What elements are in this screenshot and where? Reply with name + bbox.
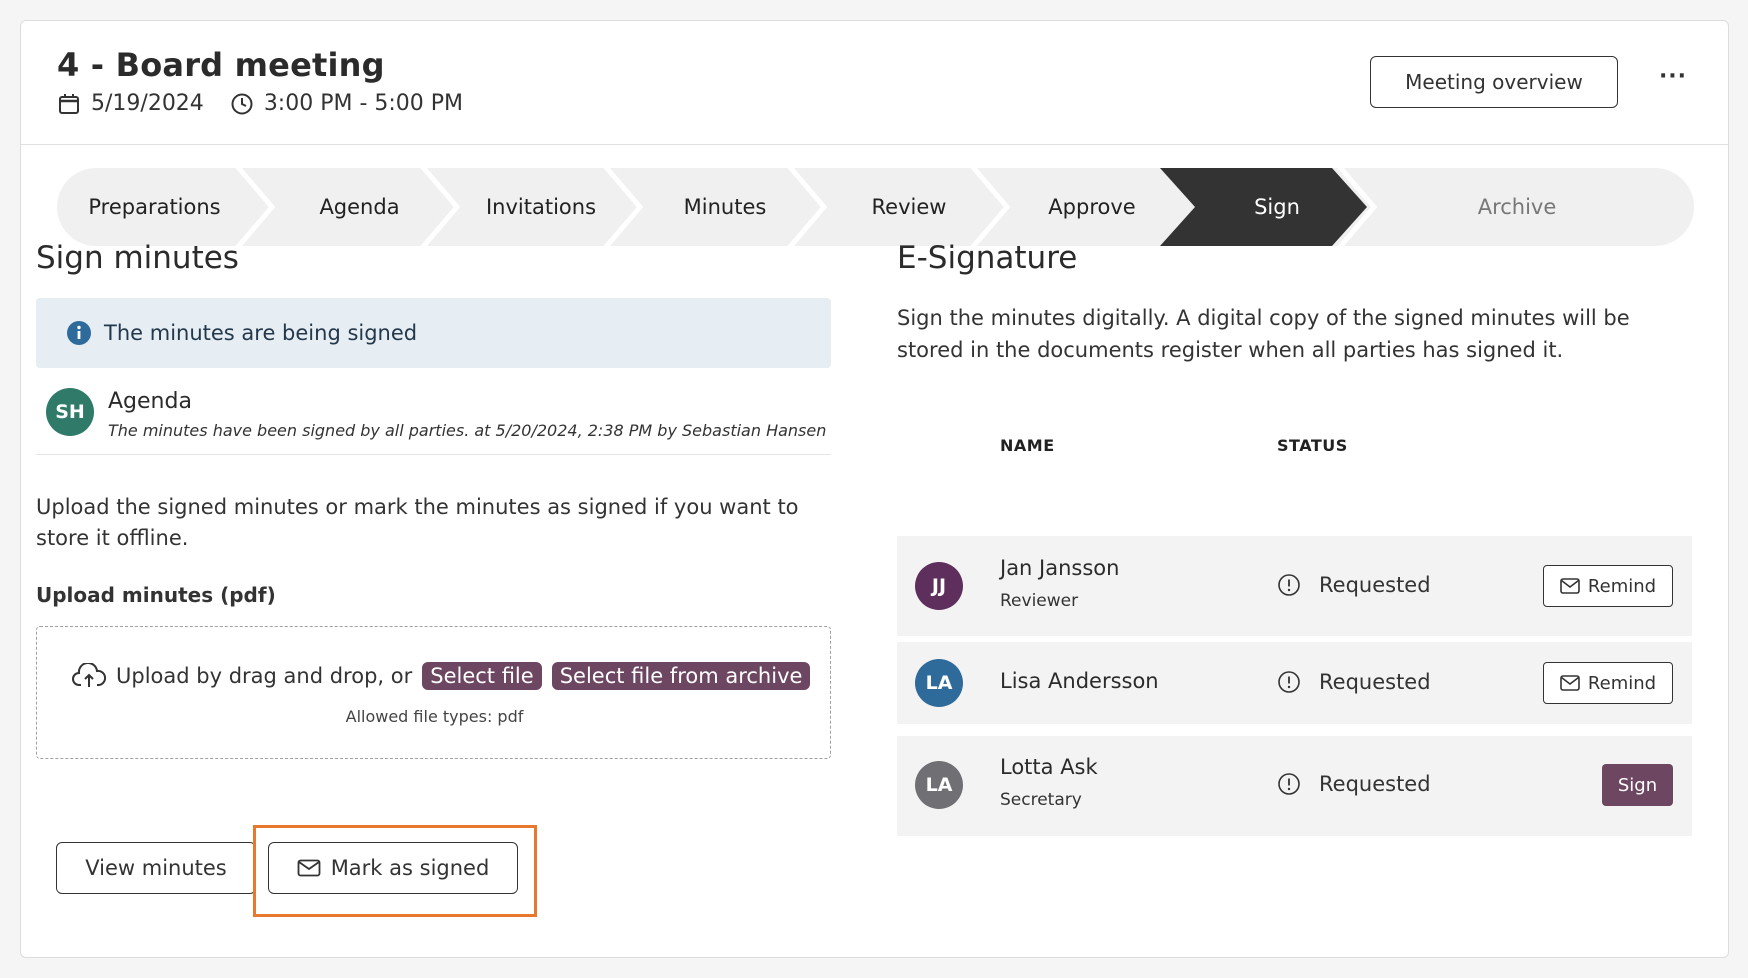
signer-status: Requested: [1277, 573, 1431, 597]
workflow-stepper: Preparations Agenda Invitations Minutes …: [57, 168, 1694, 246]
upload-dropzone[interactable]: Upload by drag and drop, or Select file …: [36, 626, 831, 759]
info-icon: [66, 320, 92, 346]
info-text: The minutes are being signed: [104, 321, 418, 345]
column-header-status: STATUS: [1277, 436, 1348, 455]
meeting-date: 5/19/2024: [91, 91, 204, 116]
calendar-icon: [57, 92, 81, 116]
signed-title: Agenda: [108, 389, 192, 414]
envelope-icon: [1560, 675, 1580, 691]
meeting-meta: 5/19/2024 3:00 PM - 5:00 PM: [57, 91, 463, 116]
select-archive-button[interactable]: Select file from archive: [551, 662, 811, 690]
upload-label: Upload minutes (pdf): [36, 583, 276, 607]
remind-button[interactable]: Remind: [1543, 662, 1673, 704]
esignature-description: Sign the minutes digitally. A digital co…: [897, 306, 1630, 362]
avatar: JJ: [915, 562, 963, 610]
signer-status-text: Requested: [1319, 573, 1431, 597]
signer-row: LA Lotta Ask Secretary Requested Sign: [897, 736, 1692, 836]
signer-name: Lisa Andersson: [1000, 669, 1159, 693]
mark-as-signed-button[interactable]: Mark as signed: [268, 842, 518, 894]
alert-circle-icon: [1277, 573, 1301, 597]
signer-row: LA Lisa Andersson Requested Remind: [897, 642, 1692, 724]
select-file-button[interactable]: Select file: [422, 662, 542, 690]
clock-icon: [230, 92, 254, 116]
remind-label: Remind: [1587, 672, 1657, 694]
alert-circle-icon: [1277, 772, 1301, 796]
avatar: LA: [915, 761, 963, 809]
step-minutes[interactable]: Minutes: [635, 168, 815, 246]
avatar: SH: [46, 388, 94, 436]
signer-status-text: Requested: [1319, 670, 1431, 694]
signer-name: Lotta Ask: [1000, 755, 1098, 779]
signer-role: Reviewer: [1000, 591, 1079, 611]
step-invitations[interactable]: Invitations: [452, 168, 630, 246]
meeting-time: 3:00 PM - 5:00 PM: [263, 91, 464, 116]
signed-subtitle: The minutes have been signed by all part…: [108, 421, 827, 440]
signer-row: JJ Jan Jansson Reviewer Requested Remind: [897, 536, 1692, 636]
dropzone-text: Upload by drag and drop, or: [116, 664, 413, 688]
signer-status-text: Requested: [1319, 772, 1431, 796]
sign-minutes-section: Sign minutes The minutes are being signe…: [36, 240, 831, 759]
envelope-icon: [1560, 578, 1580, 594]
remind-label: Remind: [1587, 575, 1657, 597]
page-title: 4 - Board meeting: [57, 46, 385, 84]
column-header-name: NAME: [1000, 436, 1055, 455]
step-review[interactable]: Review: [819, 168, 999, 246]
info-banner: The minutes are being signed: [36, 298, 831, 368]
step-archive[interactable]: Archive: [1372, 168, 1662, 246]
signer-status: Requested: [1277, 670, 1431, 694]
signed-record: SH Agenda The minutes have been signed b…: [36, 385, 831, 455]
dropzone-line: Upload by drag and drop, or Select file …: [72, 662, 811, 690]
signer-name: Jan Jansson: [1000, 556, 1120, 580]
meeting-header: 4 - Board meeting 5/19/2024 3:00 PM - 5:…: [21, 21, 1728, 145]
view-minutes-button[interactable]: View minutes: [56, 842, 256, 894]
avatar: LA: [915, 659, 963, 707]
alert-circle-icon: [1277, 670, 1301, 694]
remind-button[interactable]: Remind: [1543, 565, 1673, 607]
upload-description: Upload the signed minutes or mark the mi…: [36, 495, 799, 550]
step-sign[interactable]: Sign: [1187, 168, 1367, 246]
signer-status: Requested: [1277, 772, 1431, 796]
more-options-button[interactable]: ···: [1653, 66, 1693, 95]
step-approve[interactable]: Approve: [1002, 168, 1182, 246]
step-agenda[interactable]: Agenda: [267, 168, 452, 246]
allowed-file-types: Allowed file types: pdf: [345, 707, 524, 726]
esignature-section: E-Signature Sign the minutes digitally. …: [897, 240, 1692, 836]
signer-role: Secretary: [1000, 790, 1082, 810]
step-preparations[interactable]: Preparations: [57, 168, 252, 246]
sign-minutes-heading: Sign minutes: [36, 240, 239, 276]
mark-as-signed-label: Mark as signed: [330, 856, 490, 880]
sign-button[interactable]: Sign: [1602, 764, 1673, 806]
cloud-upload-icon: [72, 662, 107, 689]
esignature-heading: E-Signature: [897, 240, 1078, 276]
meeting-overview-button[interactable]: Meeting overview: [1370, 56, 1618, 108]
envelope-icon: [297, 859, 321, 877]
